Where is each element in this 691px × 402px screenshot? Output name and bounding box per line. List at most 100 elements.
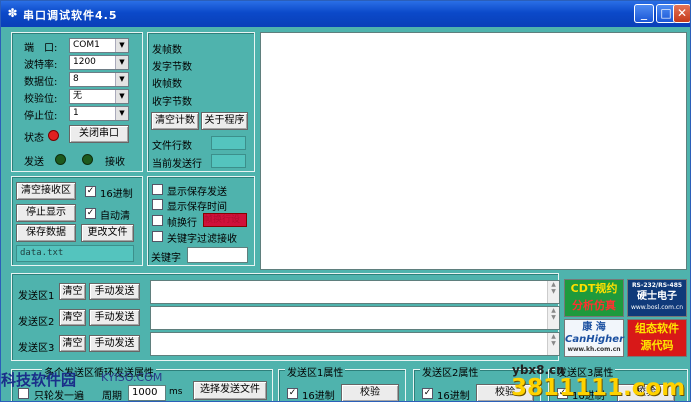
receive-indicator-label: 接收 bbox=[105, 157, 125, 168]
stop-display-button[interactable]: 停止显示 bbox=[16, 204, 76, 222]
rs485-ad-url: www.bosl.com.cn bbox=[630, 304, 684, 311]
current-line-value bbox=[211, 154, 246, 168]
send-area-3-clear-button[interactable]: 清空 bbox=[59, 335, 86, 352]
send-area-2-clear-button[interactable]: 清空 bbox=[59, 309, 86, 326]
source-code-ad-banner[interactable]: 组态软件 源代码 bbox=[627, 319, 687, 357]
auto-clear-label: 自动清 bbox=[100, 211, 130, 222]
cdt-ad-subtitle: 分析仿真 bbox=[572, 299, 616, 312]
send-area-3-manual-send-button[interactable]: 手动发送 bbox=[89, 335, 140, 352]
send-area-1-textarea[interactable]: ▲ ▼ bbox=[150, 280, 560, 304]
databits-value: 8 bbox=[73, 74, 79, 84]
filename-field[interactable]: data.txt bbox=[16, 245, 134, 262]
title-bar: ✽ 串口调试软件4.5 _ □ ✕ bbox=[1, 1, 690, 27]
hex-display-checkbox[interactable]: ✓ bbox=[85, 186, 96, 197]
change-file-button[interactable]: 更改文件 bbox=[81, 224, 134, 242]
parity-select[interactable]: 无 ▼ bbox=[69, 89, 129, 104]
sent-frames-label: 发帧数 bbox=[152, 45, 182, 56]
port-label: 端 口: bbox=[24, 43, 58, 54]
send-area-2-props-title: 发送区2属性 bbox=[420, 364, 481, 379]
frame-newline-settings[interactable]: 帧换行设置 bbox=[203, 213, 247, 227]
recv-frames-label: 收帧数 bbox=[152, 79, 182, 90]
source-code-ad-title: 组态软件 bbox=[635, 322, 679, 335]
port-select[interactable]: COM1 ▼ bbox=[69, 38, 129, 53]
stopbits-label: 停止位: bbox=[24, 111, 58, 122]
clear-count-button[interactable]: 清空计数 bbox=[151, 112, 199, 130]
clear-receive-button[interactable]: 清空接收区 bbox=[16, 182, 76, 200]
watermark-number: 3811111.com bbox=[511, 375, 686, 401]
send-led-icon bbox=[55, 154, 66, 165]
auto-clear-checkbox[interactable]: ✓ bbox=[85, 208, 96, 219]
recv-bytes-label: 收字节数 bbox=[152, 97, 192, 108]
baud-select[interactable]: 1200 ▼ bbox=[69, 55, 129, 70]
chevron-down-icon: ▼ bbox=[115, 39, 128, 52]
canhigher-ad-url: www.kh.com.cn bbox=[567, 346, 621, 353]
sent-bytes-label: 发字节数 bbox=[152, 62, 192, 73]
send-area-2-hex-checkbox[interactable]: ✓ bbox=[422, 388, 433, 399]
chevron-down-icon: ▼ bbox=[115, 73, 128, 86]
receive-textarea[interactable] bbox=[260, 32, 687, 270]
main-window: ✽ 串口调试软件4.5 _ □ ✕ 端 口: COM1 ▼ 波特率: 1200 ▼ … bbox=[0, 0, 691, 402]
about-button[interactable]: 关于程序 bbox=[201, 112, 248, 130]
baud-label: 波特率: bbox=[24, 60, 58, 71]
send-indicator-label: 发送 bbox=[24, 157, 44, 168]
databits-label: 数据位: bbox=[24, 77, 58, 88]
baud-value: 1200 bbox=[73, 57, 96, 67]
databits-select[interactable]: 8 ▼ bbox=[69, 72, 129, 87]
stopbits-value: 1 bbox=[73, 108, 79, 118]
close-button[interactable]: ✕ bbox=[673, 4, 690, 23]
send-area-2-textarea[interactable]: ▲ ▼ bbox=[150, 306, 560, 330]
scrollbar[interactable]: ▲ ▼ bbox=[547, 333, 559, 355]
hex-display-label: 16进制 bbox=[100, 189, 133, 200]
show-saved-time-checkbox[interactable] bbox=[152, 199, 163, 210]
receive-controls-group: 清空接收区 ✓ 16进制 停止显示 ✓ 自动清 保存数据 更改文件 data.t… bbox=[11, 176, 143, 266]
close-port-button[interactable]: 关闭串口 bbox=[69, 125, 129, 143]
rs485-ad-banner[interactable]: RS-232/RS-485 硬士电子 www.bosl.com.cn bbox=[627, 279, 687, 317]
source-code-ad-subtitle: 源代码 bbox=[640, 339, 674, 352]
period-unit: ms bbox=[169, 387, 183, 397]
cdt-ad-title: CDT规约 bbox=[570, 282, 618, 295]
send-area-1-hex-checkbox[interactable]: ✓ bbox=[287, 388, 298, 399]
period-label: 周期 bbox=[102, 391, 122, 402]
parity-label: 校验位: bbox=[24, 94, 58, 105]
canhigher-ad-title: 康 海 bbox=[582, 322, 606, 333]
display-options-group: 显示保存发送 显示保存时间 帧换行 帧换行设置 关键字过滤接收 关键字 bbox=[147, 176, 255, 266]
show-saved-send-label: 显示保存发送 bbox=[167, 187, 227, 198]
port-value: COM1 bbox=[73, 40, 100, 50]
port-settings-group: 端 口: COM1 ▼ 波特率: 1200 ▼ 数据位: 8 ▼ 校验位: 无 ▼ 停止… bbox=[11, 32, 143, 172]
keyword-input[interactable] bbox=[187, 247, 248, 263]
keyword-filter-label: 关键字过滤接收 bbox=[167, 234, 237, 245]
frame-newline-checkbox[interactable] bbox=[152, 215, 163, 226]
cdt-ad-banner[interactable]: CDT规约 分析仿真 bbox=[564, 279, 624, 317]
send-area-3-label: 发送区3 bbox=[18, 343, 55, 354]
file-lines-label: 文件行数 bbox=[152, 141, 192, 152]
send-area-2-manual-send-button[interactable]: 手动发送 bbox=[89, 309, 140, 326]
send-area-1-manual-send-button[interactable]: 手动发送 bbox=[89, 283, 140, 300]
send-area-1-props-title: 发送区1属性 bbox=[285, 364, 346, 379]
scrollbar[interactable]: ▲ ▼ bbox=[547, 281, 559, 303]
minimize-button[interactable]: _ bbox=[634, 4, 654, 23]
select-send-file-button[interactable]: 选择发送文件 bbox=[193, 381, 267, 400]
status-label: 状态 bbox=[24, 133, 44, 144]
window-title: 串口调试软件4.5 bbox=[23, 9, 118, 22]
send-area-1-label: 发送区1 bbox=[18, 291, 55, 302]
send-area-2-label: 发送区2 bbox=[18, 317, 55, 328]
send-area-1-hex-label: 16进制 bbox=[302, 391, 335, 402]
watermark-left: 科技软件园 bbox=[1, 371, 77, 389]
stopbits-select[interactable]: 1 ▼ bbox=[69, 106, 129, 121]
canhigher-ad-banner[interactable]: 康 海 CanHigher www.kh.com.cn bbox=[564, 319, 624, 357]
save-data-button[interactable]: 保存数据 bbox=[16, 224, 76, 242]
parity-value: 无 bbox=[73, 91, 83, 101]
send-area-1-clear-button[interactable]: 清空 bbox=[59, 283, 86, 300]
current-line-label: 当前发送行 bbox=[152, 159, 202, 170]
chevron-down-icon: ▼ bbox=[115, 90, 128, 103]
period-input[interactable]: 1000 bbox=[128, 385, 166, 401]
show-saved-time-label: 显示保存时间 bbox=[167, 202, 227, 213]
send-area-1-props-group: 发送区1属性 ✓ 16进制 校验 bbox=[278, 364, 406, 402]
show-saved-send-checkbox[interactable] bbox=[152, 184, 163, 195]
send-area-1-check-button[interactable]: 校验 bbox=[341, 384, 399, 401]
send-area-3-textarea[interactable]: ▲ ▼ bbox=[150, 332, 560, 356]
watermark-left-sub: KYISO.COM bbox=[101, 371, 163, 384]
scrollbar[interactable]: ▲ ▼ bbox=[547, 307, 559, 329]
keyword-filter-checkbox[interactable] bbox=[152, 231, 163, 242]
chevron-down-icon: ▼ bbox=[115, 56, 128, 69]
